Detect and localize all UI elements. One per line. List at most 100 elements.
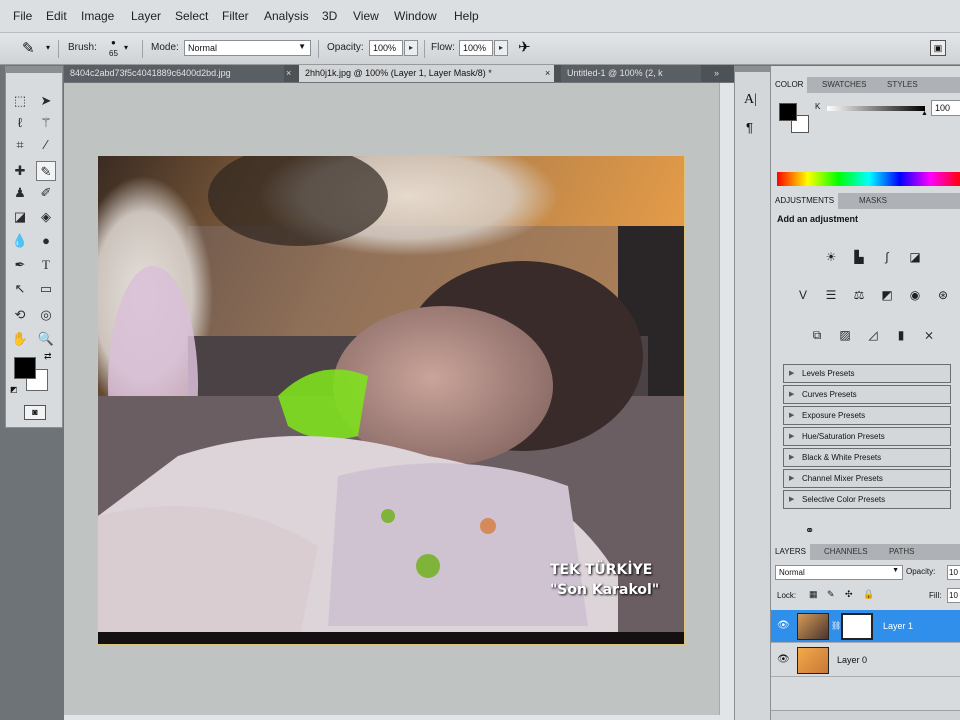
character-panel-icon[interactable]: A| [744,92,757,108]
menu-view[interactable]: View [353,9,379,23]
tab-swatches[interactable]: SWATCHES [818,77,870,93]
workspace-panel-icon[interactable]: ▣ [930,40,946,56]
menu-select[interactable]: Select [175,9,208,23]
lock-transparency-icon[interactable]: ▦ [809,589,818,600]
selective-color-icon[interactable]: ⨯ [919,326,939,344]
move-tool-icon[interactable]: ➤ [36,91,56,111]
preset-exposure[interactable]: Exposure Presets [783,406,951,425]
eraser-tool-icon[interactable]: ◪ [10,207,30,227]
document-image[interactable]: TEK TÜRKİYE "Son Karakol" [97,155,685,645]
menu-file[interactable]: File [13,9,32,23]
k-channel-slider[interactable] [827,106,925,111]
brush-tool-active-icon[interactable]: ✎ [36,161,56,181]
3d-rotate-tool-icon[interactable]: ⟲ [10,305,30,325]
menu-analysis[interactable]: Analysis [264,9,309,23]
tab-channels[interactable]: CHANNELS [820,544,872,560]
dodge-tool-icon[interactable]: ● [36,231,56,251]
vibrance-icon[interactable]: V [793,286,813,304]
tool-preset-chevron-icon[interactable]: ▾ [46,43,50,52]
k-slider-handle-icon[interactable]: ▲ [921,110,928,117]
tab-layers[interactable]: LAYERS [771,544,810,560]
hue-saturation-icon[interactable]: ☰ [821,286,841,304]
brush-tip-icon[interactable]: ● [111,38,116,47]
crop-tool-icon[interactable]: ⌗ [10,135,30,155]
eye-visibility-icon[interactable]: 👁 [777,654,790,665]
path-selection-tool-icon[interactable]: ↖ [10,279,30,299]
menu-window[interactable]: Window [394,9,437,23]
gradient-map-icon[interactable]: ▮ [891,326,911,344]
dock-grip[interactable] [735,66,770,72]
tab-color[interactable]: COLOR [771,77,808,93]
menu-help[interactable]: Help [454,9,479,23]
toolbox-grip[interactable] [6,67,62,73]
marquee-tool-icon[interactable]: ⬚ [10,91,30,111]
menu-image[interactable]: Image [81,9,114,23]
posterize-icon[interactable]: ▨ [835,326,855,344]
tab-paths[interactable]: PATHS [885,544,918,560]
blur-tool-icon[interactable]: 💧 [10,231,30,251]
swap-colors-icon[interactable]: ⇄ [44,351,52,362]
3d-orbit-tool-icon[interactable]: ◎ [36,305,56,325]
pen-tool-icon[interactable]: ✒ [10,255,30,275]
tab-styles[interactable]: STYLES [883,77,922,93]
channel-mixer-icon[interactable]: ⊛ [933,286,953,304]
black-white-icon[interactable]: ◩ [877,286,897,304]
vertical-scrollbar[interactable] [719,83,734,715]
default-colors-icon[interactable]: ◩ [10,385,18,394]
lasso-tool-icon[interactable]: ℓ [10,113,30,133]
flow-input[interactable]: 100% [459,40,493,56]
eyedropper-tool-icon[interactable]: ⁄ [36,135,56,155]
curves-icon[interactable]: ∫ [877,248,897,266]
brush-picker-chevron-icon[interactable]: ▾ [124,43,128,52]
preset-selective-color[interactable]: Selective Color Presets [783,490,951,509]
brightness-contrast-icon[interactable]: ☀ [821,248,841,266]
zoom-tool-icon[interactable]: 🔍 [36,329,56,349]
layer-row-0[interactable]: 👁 Layer 0 [771,644,960,677]
close-tab-2-icon[interactable]: × [545,65,550,82]
menu-layer[interactable]: Layer [131,9,161,23]
eye-visibility-icon[interactable]: 👁 [777,620,790,631]
chain-link-icon[interactable]: ⛓ [831,621,841,630]
menu-edit[interactable]: Edit [46,9,67,23]
clone-stamp-tool-icon[interactable]: ♟ [10,183,30,203]
paint-bucket-tool-icon[interactable]: ◈ [36,207,56,227]
preset-curves[interactable]: Curves Presets [783,385,951,404]
layer-row-1[interactable]: 👁 ⛓ Layer 1 [771,610,960,643]
color-balance-icon[interactable]: ⚖ [849,286,869,304]
tab-adjustments[interactable]: ADJUSTMENTS [771,193,839,209]
lock-position-icon[interactable]: ✣ [845,589,853,600]
history-brush-tool-icon[interactable]: ✐ [36,183,56,203]
tab-masks[interactable]: MASKS [855,193,891,209]
hand-tool-icon[interactable]: ✋ [10,329,30,349]
lock-pixels-icon[interactable]: ✎ [827,589,835,600]
type-tool-icon[interactable]: T [36,255,56,275]
levels-icon[interactable]: ▙ [849,248,869,266]
photo-filter-icon[interactable]: ◉ [905,286,925,304]
horizontal-scrollbar[interactable] [64,715,734,720]
mode-select[interactable]: Normal ▼ [184,40,311,56]
close-tab-1-icon[interactable]: × [286,65,291,82]
clip-to-layer-icon[interactable]: ⚭ [805,524,814,537]
airbrush-icon[interactable]: ✈ [518,38,531,56]
color-panel-foreground[interactable] [779,103,797,121]
flow-slider-button[interactable]: ▸ [494,40,508,56]
invert-icon[interactable]: ⧉ [807,326,827,344]
magic-wand-tool-icon[interactable]: ⚚ [36,113,56,133]
tab-document-3[interactable]: Untitled-1 @ 100% (2, k [561,65,701,82]
healing-brush-tool-icon[interactable]: ✚ [10,161,30,181]
layer-mask-thumbnail[interactable] [841,613,873,640]
layer-opacity-input[interactable]: 10 [947,565,960,580]
opacity-input[interactable]: 100% [369,40,403,56]
color-spectrum-bar[interactable] [777,172,960,186]
threshold-icon[interactable]: ◿ [863,326,883,344]
fill-input[interactable]: 10 [947,588,960,603]
tab-document-1[interactable]: 8404c2abd73f5c4041889c6400d2bd.jpg [64,65,284,82]
shape-tool-icon[interactable]: ▭ [36,279,56,299]
exposure-icon[interactable]: ◪ [905,248,925,266]
blend-mode-select[interactable]: Normal ▼ [775,565,903,580]
more-tabs-icon[interactable]: » [714,65,719,82]
foreground-color-swatch[interactable] [14,357,36,379]
preset-channel-mixer[interactable]: Channel Mixer Presets [783,469,951,488]
k-channel-value[interactable]: 100 [931,100,960,116]
preset-black-white[interactable]: Black & White Presets [783,448,951,467]
